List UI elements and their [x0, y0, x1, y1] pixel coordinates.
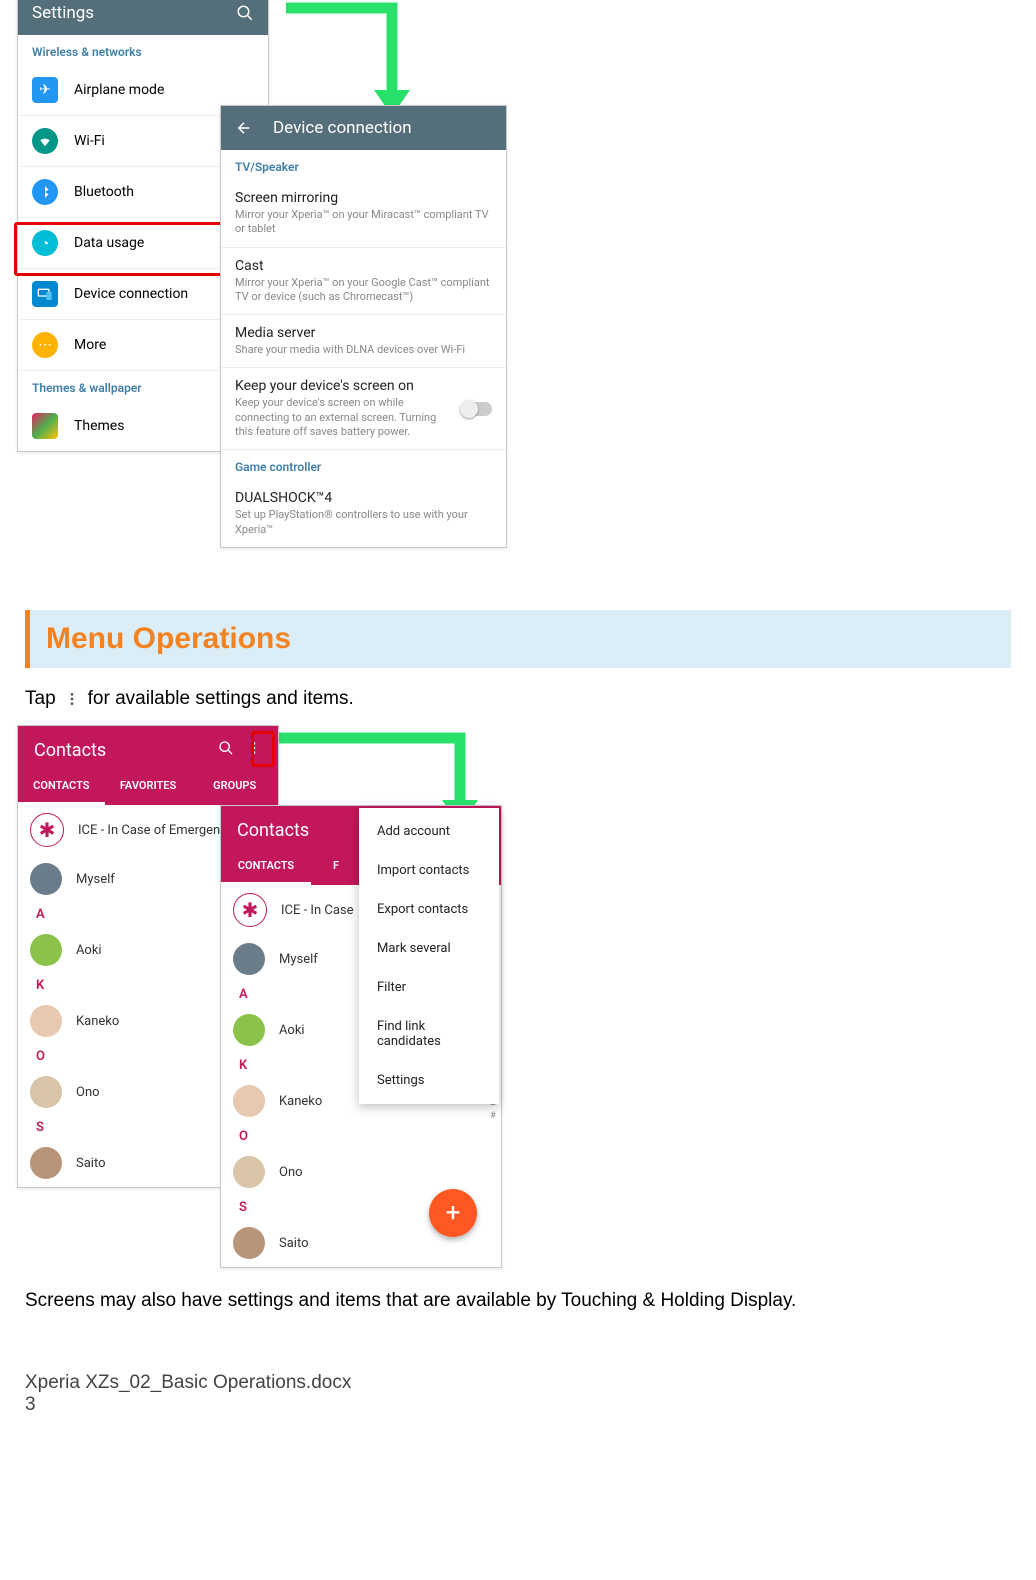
avatar-icon — [30, 934, 62, 966]
menu-item-settings[interactable]: Settings — [359, 1061, 499, 1100]
heading-text: Menu Operations — [46, 622, 995, 656]
avatar-icon — [233, 1156, 265, 1188]
row-title: Screen mirroring — [235, 190, 492, 206]
avatar-icon — [30, 1076, 62, 1108]
menu-item-mark-several[interactable]: Mark several — [359, 929, 499, 968]
tab-groups[interactable]: GROUPS — [191, 769, 278, 805]
row-keep-screen-on[interactable]: Keep your device's screen on Keep your d… — [221, 368, 506, 450]
avatar-icon — [30, 1147, 62, 1179]
menu-item-add-account[interactable]: Add account — [359, 812, 499, 851]
search-icon[interactable] — [236, 4, 254, 22]
contact-name: Kaneko — [76, 1014, 119, 1029]
add-contact-fab[interactable]: + — [429, 1189, 477, 1237]
avatar-icon — [233, 943, 265, 975]
contacts-title-text: Contacts — [34, 740, 106, 761]
row-subtitle: Set up PlayStation® controllers to use w… — [235, 508, 492, 537]
tab-contacts[interactable]: CONTACTS — [18, 769, 105, 805]
row-subtitle: Mirror your Xperia™ on your Google Cast™… — [235, 276, 492, 305]
device-connection-icon — [32, 281, 58, 307]
overflow-menu-icon — [62, 689, 82, 709]
menu-item-filter[interactable]: Filter — [359, 968, 499, 1007]
list-header-o: O — [221, 1125, 501, 1148]
section-wireless: Wireless & networks — [18, 35, 268, 65]
row-title: Media server — [235, 325, 492, 341]
row-media-server[interactable]: Media server Share your media with DLNA … — [221, 315, 506, 368]
wifi-icon — [32, 128, 58, 154]
row-screen-mirroring[interactable]: Screen mirroring Mirror your Xperia™ on … — [221, 180, 506, 248]
contact-name: Ono — [76, 1085, 100, 1100]
contact-name: Kaneko — [279, 1094, 322, 1109]
contact-name: ICE - In Case of Emergency — [78, 823, 233, 838]
more-icon: ⋯ — [32, 332, 58, 358]
contacts-title-text: Contacts — [237, 820, 309, 841]
overflow-menu-popup: Add account Import contacts Export conta… — [359, 808, 499, 1104]
row-label: Airplane mode — [74, 82, 164, 98]
row-label: Device connection — [74, 286, 188, 302]
contact-name: Myself — [279, 952, 318, 967]
contact-name: Saito — [279, 1236, 309, 1251]
contact-name: Ono — [279, 1165, 303, 1180]
toggle-switch[interactable] — [462, 402, 492, 416]
contact-name: Aoki — [279, 1023, 305, 1038]
footer-page-number: 3 — [25, 1394, 1011, 1416]
row-label: More — [74, 337, 106, 353]
tab-contacts[interactable]: CONTACTS — [221, 849, 311, 885]
back-icon[interactable] — [235, 119, 253, 137]
avatar-icon — [233, 1014, 265, 1046]
row-title: Cast — [235, 258, 492, 274]
search-icon[interactable] — [218, 740, 234, 761]
section-tv-speaker: TV/Speaker — [221, 150, 506, 180]
device-conn-titlebar: Device connection — [221, 106, 506, 150]
contact-name: Saito — [76, 1156, 106, 1171]
instruction-text: Tap for available settings and items. — [25, 688, 1011, 710]
note-text: Screens may also have settings and items… — [25, 1290, 1011, 1312]
airplane-icon: ✈ — [32, 77, 58, 103]
highlight-box — [251, 731, 275, 767]
row-title: DUALSHOCK™4 — [235, 490, 492, 506]
row-label: Bluetooth — [74, 184, 134, 200]
page-footer: Xperia XZs_02_Basic Operations.docx 3 — [25, 1372, 1011, 1416]
settings-title: Settings — [32, 3, 94, 23]
avatar-icon — [30, 1005, 62, 1037]
row-title: Keep your device's screen on — [235, 378, 452, 394]
contacts-screen-menu: Contacts CONTACTS F ✱ ICE - In Case Myse… — [220, 805, 502, 1268]
settings-titlebar: Settings — [18, 0, 268, 35]
contact-name: Aoki — [76, 943, 102, 958]
footer-filename: Xperia XZs_02_Basic Operations.docx — [25, 1372, 1011, 1394]
menu-item-import[interactable]: Import contacts — [359, 851, 499, 890]
contacts-tabs: CONTACTS FAVORITES GROUPS — [18, 769, 278, 805]
avatar-icon — [30, 863, 62, 895]
themes-icon — [32, 413, 58, 439]
menu-item-export[interactable]: Export contacts — [359, 890, 499, 929]
tab-favorites-partial[interactable]: F — [311, 849, 361, 885]
row-dualshock4[interactable]: DUALSHOCK™4 Set up PlayStation® controll… — [221, 480, 506, 547]
asterisk-icon: ✱ — [30, 813, 64, 847]
row-subtitle: Mirror your Xperia™ on your Miracast™ co… — [235, 208, 492, 237]
section-heading: Menu Operations — [25, 610, 1011, 668]
row-subtitle: Share your media with DLNA devices over … — [235, 343, 492, 357]
bluetooth-icon — [32, 179, 58, 205]
asterisk-icon: ✱ — [233, 893, 267, 927]
contact-name: ICE - In Case — [281, 903, 354, 918]
contact-name: Myself — [76, 872, 115, 887]
row-subtitle: Keep your device's screen on while conne… — [235, 396, 452, 439]
row-cast[interactable]: Cast Mirror your Xperia™ on your Google … — [221, 248, 506, 316]
avatar-icon — [233, 1085, 265, 1117]
device-conn-title: Device connection — [273, 118, 412, 138]
section-game-controller: Game controller — [221, 450, 506, 480]
row-label: Themes — [74, 418, 124, 434]
menu-item-find-link[interactable]: Find link candidates — [359, 1007, 499, 1061]
avatar-icon — [233, 1227, 265, 1259]
contacts-titlebar: Contacts — [18, 726, 278, 769]
tab-favorites[interactable]: FAVORITES — [105, 769, 192, 805]
device-connection-screen: Device connection TV/Speaker Screen mirr… — [220, 105, 507, 548]
row-label: Wi-Fi — [74, 133, 105, 149]
